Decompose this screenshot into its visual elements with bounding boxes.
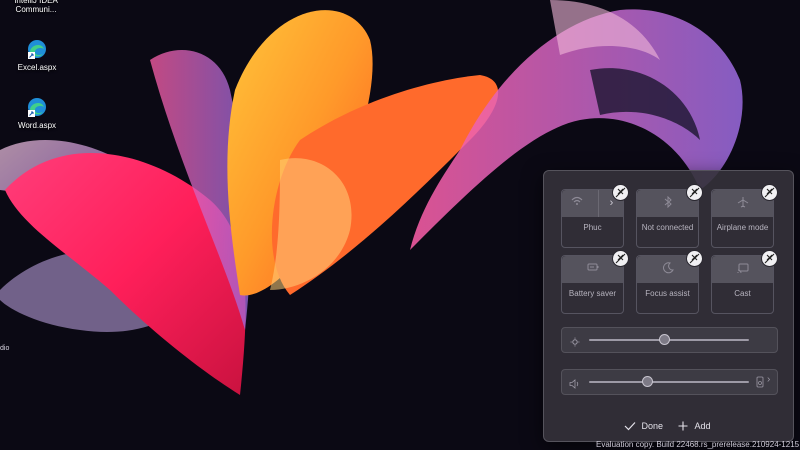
tile-label: Cast: [734, 289, 751, 298]
checkmark-icon: [624, 421, 636, 431]
moon-icon: [661, 262, 675, 276]
volume-slider-track[interactable]: [589, 381, 749, 383]
add-label: Add: [694, 420, 711, 431]
bluetooth-icon: [661, 195, 675, 210]
desktop-icon-label: IntelliJ IDEA Communi...: [14, 0, 58, 14]
plus-icon: [678, 421, 688, 431]
unpin-icon[interactable]: [612, 250, 629, 267]
desktop-icon-intellij[interactable]: IntelliJ IDEA Communi...: [6, 0, 66, 14]
edge-icon: [26, 38, 48, 60]
add-button[interactable]: Add: [678, 419, 711, 432]
tile-label: Focus assist: [645, 289, 690, 298]
tile-label: Airplane mode: [716, 223, 769, 232]
cast-icon: [736, 262, 750, 276]
airplane-icon: [736, 196, 750, 210]
desktop-icon-label: Word.aspx: [17, 121, 57, 130]
speaker-icon: [569, 376, 580, 389]
tile-label: Not connected: [641, 223, 694, 232]
quick-settings-panel: › Phuc Not connected Airplane mode Batte…: [543, 170, 794, 442]
done-button[interactable]: Done: [624, 419, 663, 432]
unpin-icon[interactable]: [612, 184, 629, 201]
desktop-icon-word[interactable]: Word.aspx: [7, 96, 67, 130]
done-label: Done: [641, 420, 664, 431]
tile-label: Phuc: [583, 223, 602, 232]
volume-output-chevron-icon[interactable]: ›: [767, 374, 770, 385]
desktop-icon-label: Excel.aspx: [17, 63, 57, 72]
brightness-slider-thumb[interactable]: [659, 334, 671, 345]
battery-saver-icon: [586, 262, 600, 276]
unpin-icon[interactable]: [686, 184, 703, 201]
unpin-icon[interactable]: [761, 184, 778, 201]
partial-desktop-label: dio: [0, 345, 10, 352]
brightness-slider-row: [561, 327, 778, 353]
desktop-icon-excel[interactable]: Excel.aspx: [7, 38, 67, 72]
edge-icon: [26, 96, 48, 118]
unpin-icon[interactable]: [686, 250, 703, 267]
evaluation-watermark: Evaluation copy. Build 22468.rs_prerelea…: [596, 440, 800, 449]
volume-slider-thumb[interactable]: [641, 376, 653, 387]
unpin-icon[interactable]: [761, 250, 778, 267]
wifi-icon: [570, 196, 584, 210]
sun-icon: [570, 334, 580, 347]
speaker-device-icon[interactable]: [756, 375, 764, 388]
volume-slider-row: ›: [561, 369, 778, 395]
tile-label: Battery saver: [568, 289, 617, 298]
